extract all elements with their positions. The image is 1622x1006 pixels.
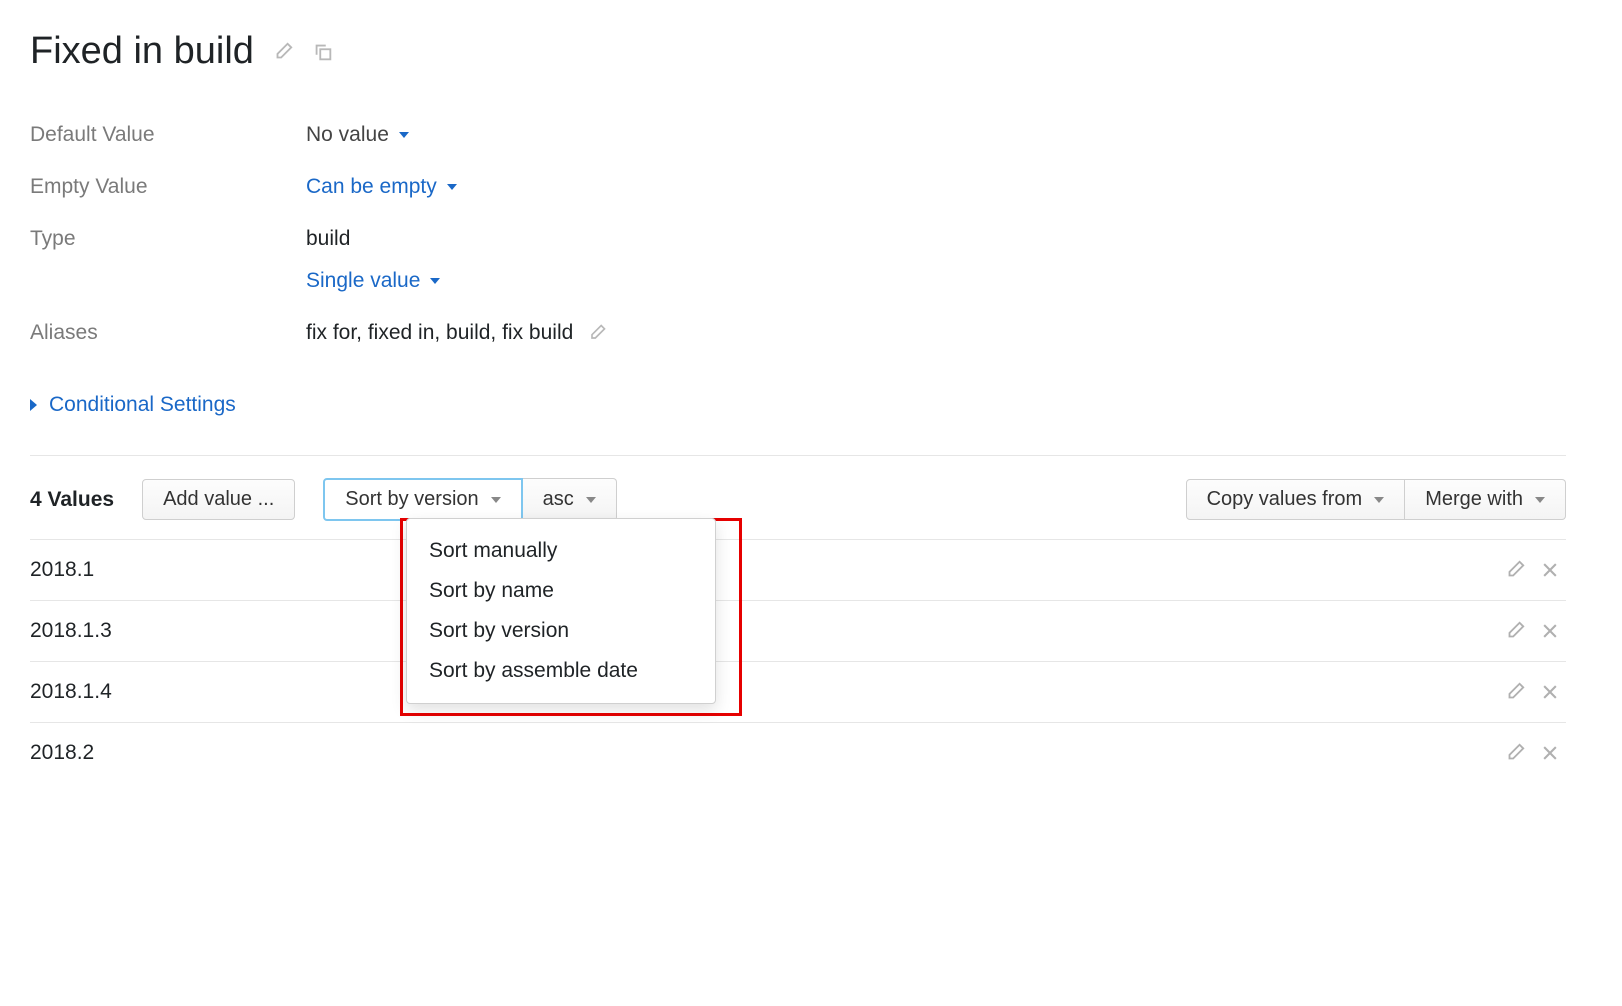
chevron-right-icon: [30, 399, 37, 411]
conditional-settings-toggle[interactable]: Conditional Settings: [30, 393, 236, 417]
field-grid: Default Value No value Empty Value Can b…: [30, 109, 1566, 359]
page-title: Fixed in build: [30, 30, 254, 73]
delete-value-icon[interactable]: [1540, 560, 1560, 580]
delete-value-icon[interactable]: [1540, 682, 1560, 702]
sort-option-version[interactable]: Sort by version: [407, 611, 715, 651]
type-mode-dropdown[interactable]: Single value: [306, 269, 440, 293]
empty-value-text: Can be empty: [306, 175, 437, 199]
chevron-down-icon: [399, 132, 409, 138]
chevron-down-icon: [1374, 497, 1384, 503]
chevron-down-icon: [491, 497, 501, 503]
edit-value-icon[interactable]: [1504, 681, 1526, 703]
values-list: 2018.1 2018.1.3: [30, 539, 1566, 783]
value-name: 2018.1: [30, 558, 1504, 582]
edit-title-icon[interactable]: [272, 41, 294, 63]
values-toolbar: 4 Values Add value ... Sort by version a…: [30, 456, 1566, 539]
sort-dropdown: Sort manually Sort by name Sort by versi…: [406, 518, 716, 704]
copy-values-from-button[interactable]: Copy values from: [1186, 479, 1406, 520]
sort-option-manually[interactable]: Sort manually: [407, 531, 715, 571]
default-value-row: Default Value No value: [30, 109, 1566, 161]
value-name: 2018.1.4: [30, 680, 1504, 704]
chevron-down-icon: [447, 184, 457, 190]
conditional-settings-label: Conditional Settings: [49, 393, 236, 417]
empty-value-label: Empty Value: [30, 175, 306, 199]
default-value-text: No value: [306, 123, 389, 147]
chevron-down-icon: [1535, 497, 1545, 503]
title-row: Fixed in build: [30, 30, 1566, 73]
value-row: 2018.1: [30, 539, 1566, 600]
sort-by-button[interactable]: Sort by version: [323, 478, 522, 521]
chevron-down-icon: [586, 497, 596, 503]
edit-value-icon[interactable]: [1504, 559, 1526, 581]
aliases-row: Aliases fix for, fixed in, build, fix bu…: [30, 307, 1566, 359]
type-value: build: [306, 227, 440, 251]
sort-button-group: Sort by version asc: [323, 478, 617, 521]
edit-aliases-icon[interactable]: [587, 323, 607, 343]
sort-direction-button[interactable]: asc: [523, 478, 617, 521]
right-button-group: Copy values from Merge with: [1186, 479, 1566, 520]
sort-by-label: Sort by version: [345, 488, 478, 511]
edit-value-icon[interactable]: [1504, 742, 1526, 764]
copy-values-from-label: Copy values from: [1207, 488, 1363, 511]
merge-with-button[interactable]: Merge with: [1405, 479, 1566, 520]
add-value-button[interactable]: Add value ...: [142, 479, 295, 520]
value-row: 2018.1.4: [30, 661, 1566, 722]
type-mode-text: Single value: [306, 269, 420, 293]
value-row: 2018.1.3: [30, 600, 1566, 661]
copy-icon[interactable]: [312, 41, 334, 63]
empty-value-dropdown[interactable]: Can be empty: [306, 175, 457, 199]
value-name: 2018.1.3: [30, 619, 1504, 643]
values-count: 4 Values: [30, 488, 114, 512]
edit-value-icon[interactable]: [1504, 620, 1526, 642]
chevron-down-icon: [430, 278, 440, 284]
value-row: 2018.2: [30, 722, 1566, 783]
type-row: Type build Single value: [30, 213, 1566, 307]
default-value-label: Default Value: [30, 123, 306, 147]
type-label: Type: [30, 227, 306, 251]
value-name: 2018.2: [30, 741, 1504, 765]
values-container: 4 Values Add value ... Sort by version a…: [30, 456, 1566, 783]
sort-option-name[interactable]: Sort by name: [407, 571, 715, 611]
sort-direction-label: asc: [543, 488, 574, 511]
default-value-dropdown[interactable]: No value: [306, 123, 409, 147]
aliases-label: Aliases: [30, 321, 306, 345]
merge-with-label: Merge with: [1425, 488, 1523, 511]
aliases-value: fix for, fixed in, build, fix build: [306, 321, 573, 345]
delete-value-icon[interactable]: [1540, 743, 1560, 763]
sort-option-assemble-date[interactable]: Sort by assemble date: [407, 651, 715, 691]
delete-value-icon[interactable]: [1540, 621, 1560, 641]
empty-value-row: Empty Value Can be empty: [30, 161, 1566, 213]
add-value-label: Add value ...: [163, 488, 274, 511]
